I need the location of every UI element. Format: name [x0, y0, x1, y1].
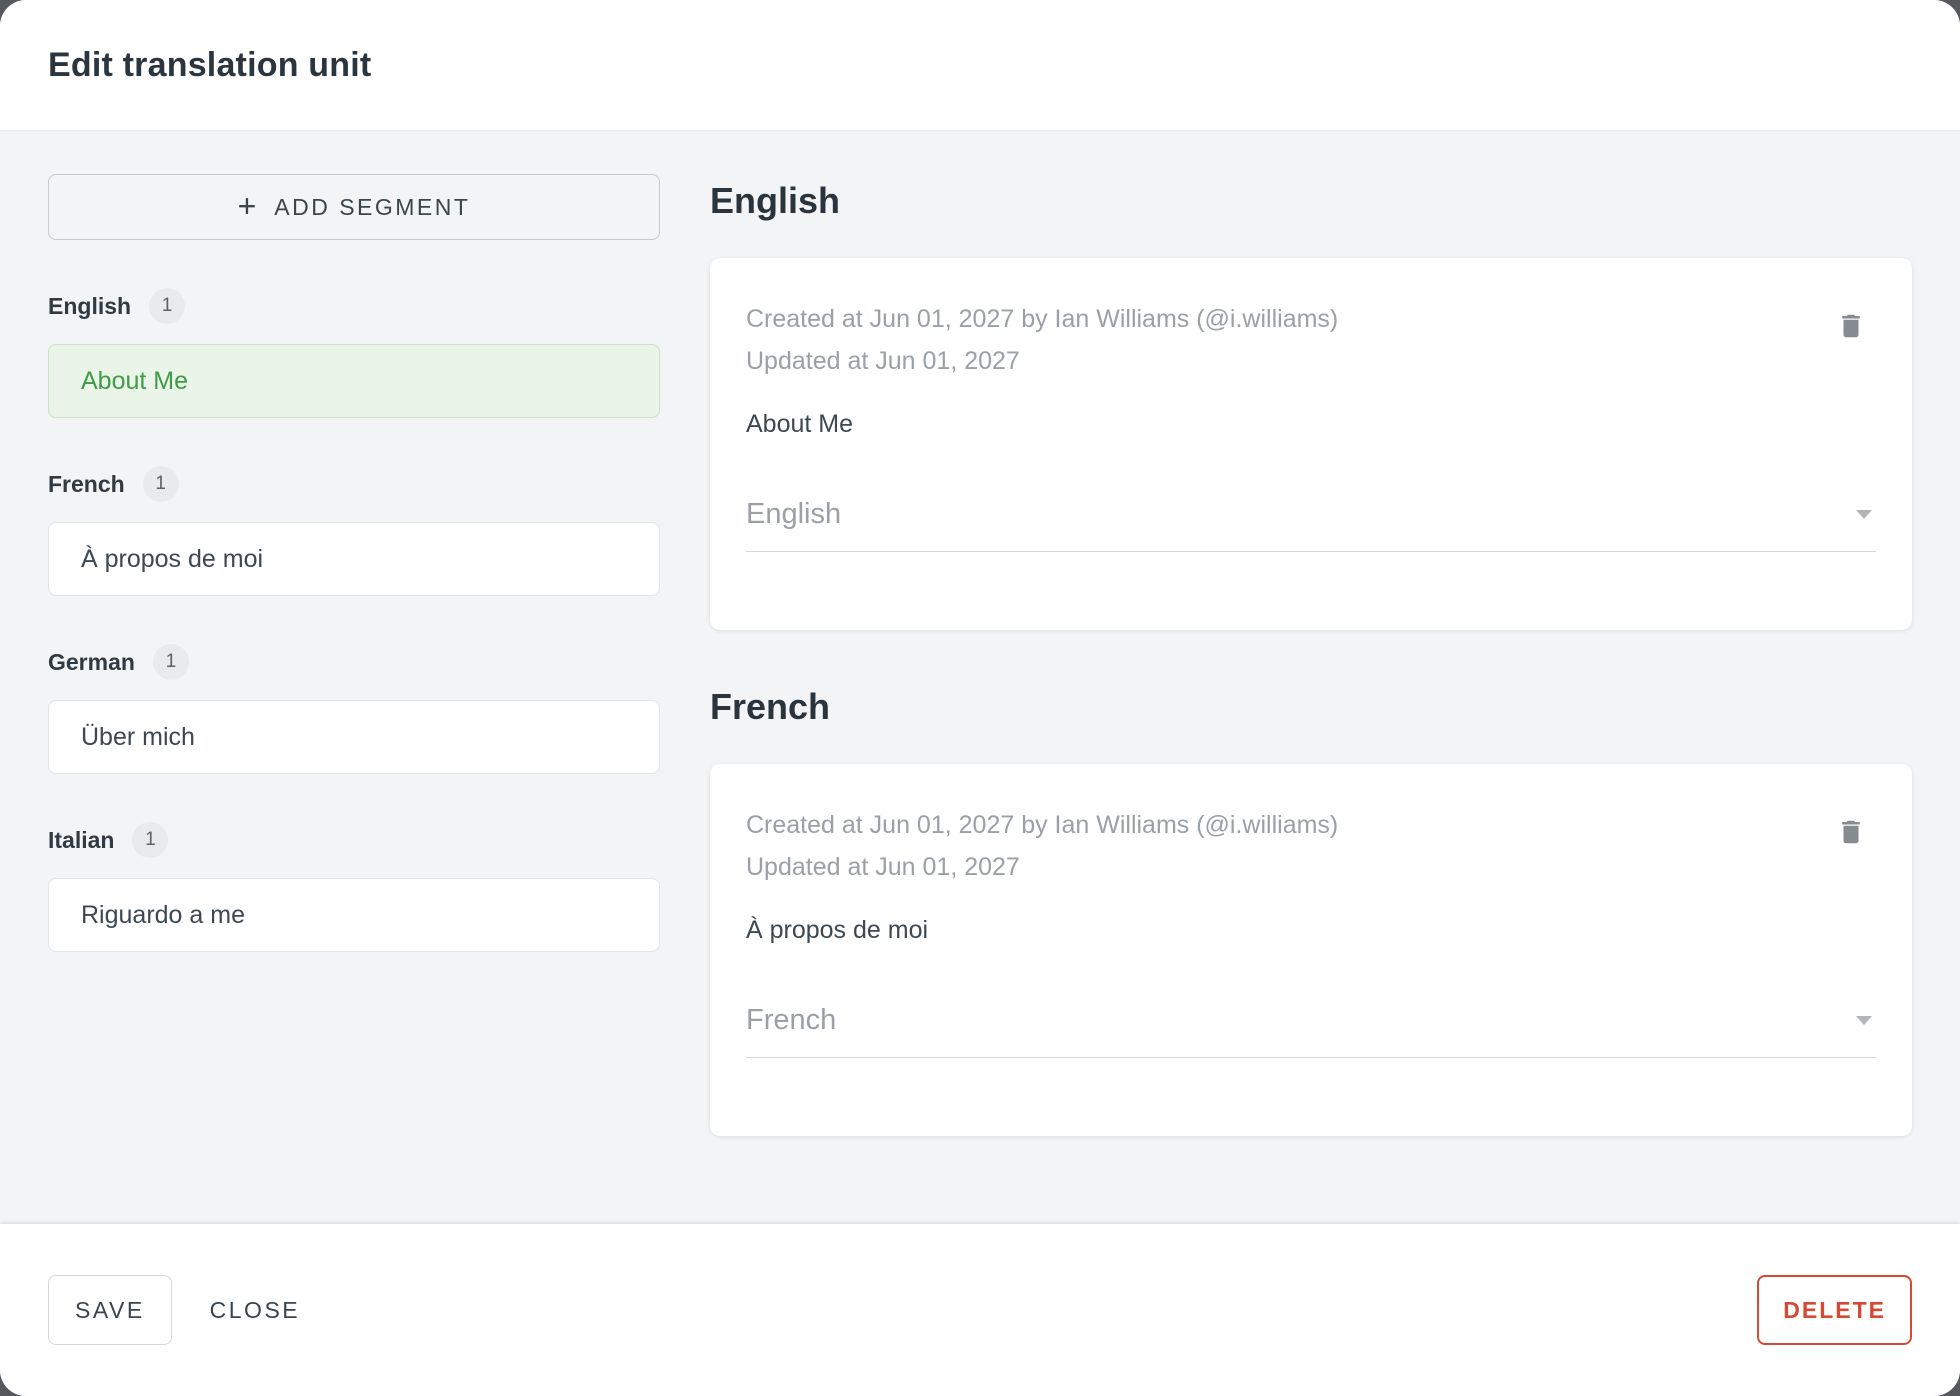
card-metadata: Created at Jun 01, 2027 by Ian Williams …	[746, 804, 1338, 888]
add-segment-label: ADD SEGMENT	[274, 193, 471, 220]
translation-section-english: English Created at Jun 01, 2027 by Ian W…	[710, 180, 1912, 630]
card-metadata: Created at Jun 01, 2027 by Ian Williams …	[746, 298, 1338, 382]
language-label-row: Italian 1	[48, 822, 660, 858]
delete-segment-button[interactable]	[1830, 810, 1872, 854]
language-group-italian: Italian 1 Riguardo a me	[48, 822, 660, 952]
language-select-value: French	[746, 1004, 837, 1036]
card-top-row: Created at Jun 01, 2027 by Ian Williams …	[746, 804, 1876, 888]
plus-icon: +	[237, 188, 257, 224]
language-label-row: French 1	[48, 466, 660, 502]
language-label: Italian	[48, 826, 115, 853]
segment-count-badge: 1	[152, 644, 189, 680]
segment-count-badge: 1	[142, 466, 179, 502]
translation-section-french: French Created at Jun 01, 2027 by Ian Wi…	[710, 686, 1912, 1136]
section-heading: English	[710, 180, 841, 221]
language-group-english: English 1 About Me	[48, 288, 660, 418]
language-group-french: French 1 À propos de moi	[48, 466, 660, 596]
segment-item-german[interactable]: Über mich	[48, 700, 660, 774]
segment-count-badge: 1	[132, 822, 169, 858]
save-button[interactable]: SAVE	[48, 1275, 172, 1345]
translation-card: Created at Jun 01, 2027 by Ian Williams …	[710, 764, 1912, 1136]
dialog-footer: SAVE CLOSE DELETE	[0, 1224, 1960, 1396]
delete-button[interactable]: DELETE	[1757, 1275, 1912, 1345]
translation-card: Created at Jun 01, 2027 by Ian Williams …	[710, 258, 1912, 630]
add-segment-button[interactable]: + ADD SEGMENT	[48, 174, 660, 240]
chevron-down-icon	[1856, 1016, 1872, 1025]
language-select-value: English	[746, 498, 842, 530]
segment-text: About Me	[746, 410, 854, 438]
updated-line: Updated at Jun 01, 2027	[746, 853, 1020, 881]
dialog-body: + ADD SEGMENT English 1 About Me French …	[0, 130, 1960, 1224]
segment-item-italian[interactable]: Riguardo a me	[48, 878, 660, 952]
updated-line: Updated at Jun 01, 2027	[746, 347, 1020, 375]
segment-item-english[interactable]: About Me	[48, 344, 660, 418]
trash-icon	[1842, 820, 1860, 844]
segment-item-french[interactable]: À propos de moi	[48, 522, 660, 596]
language-label: English	[48, 292, 132, 319]
chevron-down-icon	[1856, 510, 1872, 519]
segment-text: À propos de moi	[746, 916, 929, 944]
section-heading: French	[710, 686, 831, 727]
language-select[interactable]: English	[746, 498, 1876, 552]
created-line: Created at Jun 01, 2027 by Ian Williams …	[746, 811, 1339, 839]
segment-item-text: Riguardo a me	[81, 900, 245, 929]
created-line: Created at Jun 01, 2027 by Ian Williams …	[746, 305, 1339, 333]
trash-icon	[1842, 314, 1860, 338]
detail-panel: English Created at Jun 01, 2027 by Ian W…	[710, 174, 1912, 1224]
card-top-row: Created at Jun 01, 2027 by Ian Williams …	[746, 298, 1876, 382]
segments-panel: + ADD SEGMENT English 1 About Me French …	[48, 174, 660, 1224]
edit-translation-unit-dialog: Edit translation unit + ADD SEGMENT Engl…	[0, 0, 1960, 1396]
segment-item-text: About Me	[81, 366, 189, 395]
language-group-german: German 1 Über mich	[48, 644, 660, 774]
language-label: German	[48, 648, 135, 675]
dialog-header: Edit translation unit	[0, 0, 1960, 130]
language-label: French	[48, 470, 125, 497]
segment-item-text: Über mich	[81, 722, 195, 751]
close-button[interactable]: CLOSE	[192, 1275, 318, 1345]
language-label-row: German 1	[48, 644, 660, 680]
segment-count-badge: 1	[149, 288, 186, 324]
segment-item-text: À propos de moi	[81, 544, 264, 573]
delete-segment-button[interactable]	[1830, 304, 1872, 348]
language-select[interactable]: French	[746, 1004, 1876, 1058]
language-label-row: English 1	[48, 288, 660, 324]
dialog-title: Edit translation unit	[48, 45, 372, 84]
